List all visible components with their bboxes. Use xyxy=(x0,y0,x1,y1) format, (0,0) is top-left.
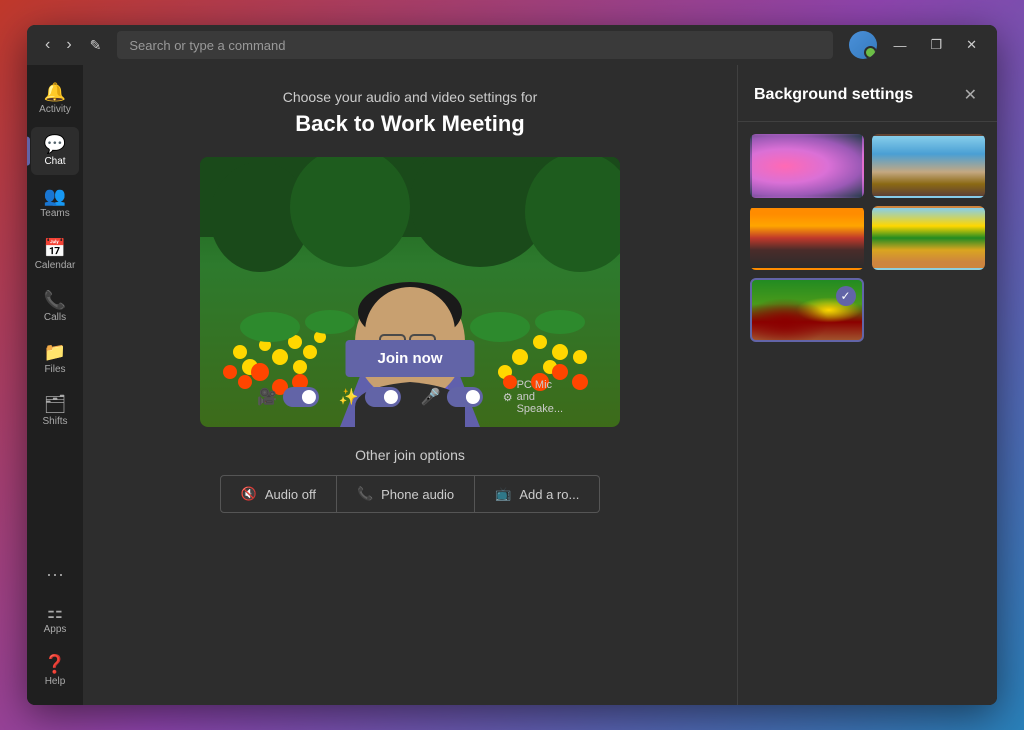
effects-toggle-switch[interactable] xyxy=(365,387,401,407)
camera-toggle-switch[interactable] xyxy=(283,387,319,407)
window-actions: — ❐ ✕ xyxy=(849,31,985,59)
mic-toggle[interactable]: 🎤 xyxy=(421,387,483,407)
sidebar-item-apps[interactable]: ⚏ Apps xyxy=(31,595,79,643)
phone-icon: 📞 xyxy=(357,486,373,502)
help-label: Help xyxy=(45,676,66,687)
phone-audio-label: Phone audio xyxy=(381,487,454,502)
activity-icon: 🔔 xyxy=(44,83,66,101)
shifts-label: Shifts xyxy=(42,416,67,427)
effects-icon: ✨ xyxy=(339,387,359,407)
main-layout: 🔔 Activity 💬 Chat 👥 Teams 📅 Calendar 📞 C… xyxy=(27,65,997,705)
sidebar-item-calls[interactable]: 📞 Calls xyxy=(31,283,79,331)
room-icon: 📺 xyxy=(495,486,511,502)
add-room-button[interactable]: 📺 Add a ro... xyxy=(475,475,600,513)
sidebar-item-chat[interactable]: 💬 Chat xyxy=(31,127,79,175)
apps-label: Apps xyxy=(44,624,67,635)
other-options-title: Other join options xyxy=(103,447,717,463)
join-now-button[interactable]: Join now xyxy=(346,340,475,377)
settings-icon: ⚙ xyxy=(503,391,513,404)
video-toggle[interactable]: 🎥 xyxy=(257,387,319,407)
bg-thumbnail-1[interactable] xyxy=(750,134,864,198)
audio-off-label: Audio off xyxy=(265,487,316,502)
files-label: Files xyxy=(44,364,65,375)
more-button[interactable]: ··· xyxy=(46,556,64,593)
bg-thumbnail-3[interactable] xyxy=(750,206,864,270)
bg-thumbnail-2[interactable] xyxy=(872,134,986,198)
bg-panel-scroll[interactable] xyxy=(738,122,997,705)
mic-toggle-switch[interactable] xyxy=(447,387,483,407)
meeting-title: Back to Work Meeting xyxy=(283,111,538,137)
phone-audio-button[interactable]: 📞 Phone audio xyxy=(337,475,475,513)
teams-icon: 👥 xyxy=(44,187,66,205)
sidebar-item-shifts[interactable]: 🗂 Shifts xyxy=(31,387,79,435)
title-bar: ‹ › ✎ Search or type a command — ❐ ✕ xyxy=(27,25,997,65)
help-icon: ❓ xyxy=(44,655,66,673)
effects-toggle[interactable]: ✨ xyxy=(339,387,401,407)
back-button[interactable]: ‹ xyxy=(39,34,56,56)
bg-settings-panel: Background settings ✕ xyxy=(737,65,997,705)
sidebar-item-help[interactable]: ❓ Help xyxy=(31,647,79,695)
search-bar[interactable]: Search or type a command xyxy=(117,31,833,59)
bg-thumbnail-grid xyxy=(738,122,997,354)
bg-settings-header: Background settings ✕ xyxy=(738,65,997,122)
forward-button[interactable]: › xyxy=(60,34,77,56)
apps-icon: ⚏ xyxy=(47,603,63,621)
bg-thumbnail-5[interactable] xyxy=(750,278,864,342)
calls-icon: 📞 xyxy=(44,291,66,309)
shifts-icon: 🗂 xyxy=(44,395,67,413)
sidebar-item-files[interactable]: 📁 Files xyxy=(31,335,79,383)
activity-label: Activity xyxy=(39,104,71,115)
sidebar-item-teams[interactable]: 👥 Teams xyxy=(31,179,79,227)
chat-icon: 💬 xyxy=(44,135,66,153)
add-room-label: Add a ro... xyxy=(519,487,579,502)
join-options-row: 🔇 Audio off 📞 Phone audio 📺 Add a ro... xyxy=(103,475,717,513)
search-placeholder: Search or type a command xyxy=(129,38,285,53)
nav-buttons: ‹ › xyxy=(39,34,78,56)
mic-icon: 🎤 xyxy=(421,387,441,407)
chat-label: Chat xyxy=(44,156,65,167)
minimize-button[interactable]: — xyxy=(885,34,914,57)
app-window: ‹ › ✎ Search or type a command — ❐ ✕ 🔔 A… xyxy=(27,25,997,705)
sidebar-item-activity[interactable]: 🔔 Activity xyxy=(31,75,79,123)
avatar[interactable] xyxy=(849,31,877,59)
meeting-subtitle: Choose your audio and video settings for xyxy=(283,89,538,105)
content-area: Choose your audio and video settings for… xyxy=(83,65,997,705)
files-icon: 📁 xyxy=(44,343,66,361)
video-preview: Join now 🎥 ✨ 🎤 xyxy=(200,157,620,427)
maximize-button[interactable]: ❐ xyxy=(922,33,950,57)
video-controls: 🎥 ✨ 🎤 ⚙ PC Mic and xyxy=(257,379,563,415)
meeting-setup: Choose your audio and video settings for… xyxy=(83,65,737,705)
audio-off-button[interactable]: 🔇 Audio off xyxy=(220,475,337,513)
close-button[interactable]: ✕ xyxy=(958,33,985,57)
sidebar: 🔔 Activity 💬 Chat 👥 Teams 📅 Calendar 📞 C… xyxy=(27,65,83,705)
calls-label: Calls xyxy=(44,312,66,323)
other-options: Other join options 🔇 Audio off 📞 Phone a… xyxy=(103,447,717,513)
teams-label: Teams xyxy=(40,208,69,219)
audio-device-selector[interactable]: ⚙ PC Mic and Speake... xyxy=(503,379,563,415)
camera-icon: 🎥 xyxy=(257,387,277,407)
edit-icon[interactable]: ✎ xyxy=(90,37,102,54)
bg-settings-close-button[interactable]: ✕ xyxy=(960,81,981,109)
audio-device-label: PC Mic and Speake... xyxy=(517,379,563,415)
calendar-icon: 📅 xyxy=(44,239,66,257)
bg-thumbnail-4[interactable] xyxy=(872,206,986,270)
audio-off-icon: 🔇 xyxy=(241,486,257,502)
calendar-label: Calendar xyxy=(35,260,76,271)
sidebar-item-calendar[interactable]: 📅 Calendar xyxy=(31,231,79,279)
meeting-title-section: Choose your audio and video settings for… xyxy=(283,89,538,137)
bg-settings-title: Background settings xyxy=(754,86,913,104)
